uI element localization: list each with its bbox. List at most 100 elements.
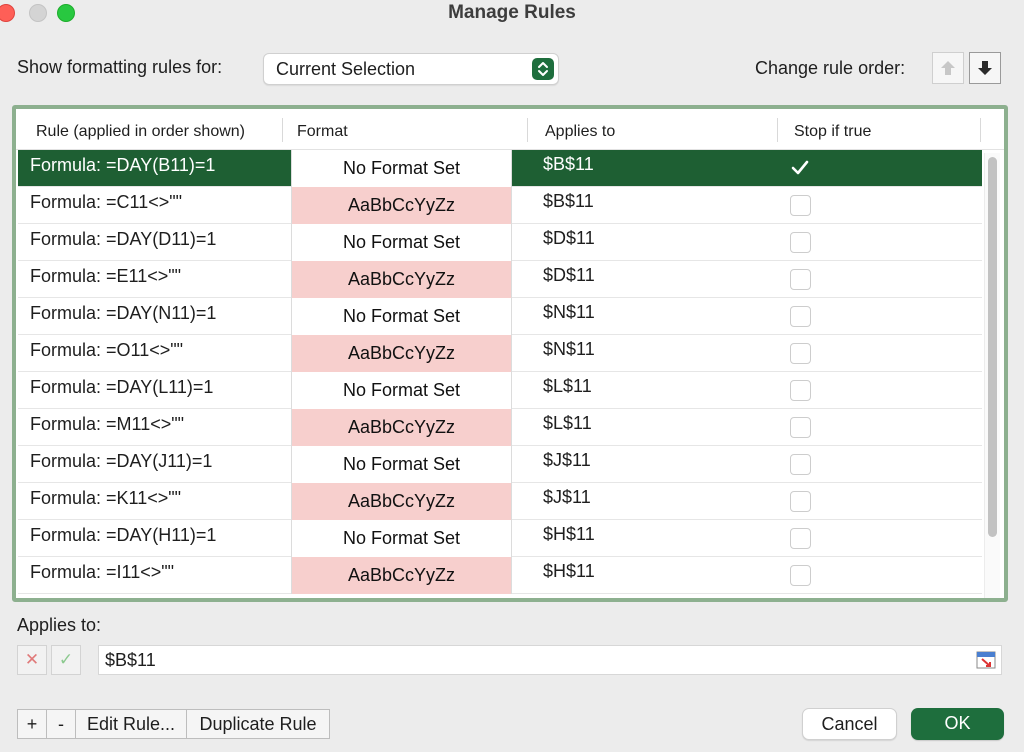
title-bar: Manage Rules: [0, 0, 1024, 26]
format-preview-cell: No Format Set: [291, 520, 512, 557]
stop-if-true-checkbox[interactable]: [790, 306, 811, 327]
table-row[interactable]: Formula: =DAY(L11)=1 No Format Set $L$11: [18, 372, 982, 409]
format-preview-cell: No Format Set: [291, 224, 512, 261]
rule-cell: Formula: =DAY(J11)=1: [30, 451, 213, 471]
duplicate-rule-button[interactable]: Duplicate Rule: [186, 709, 330, 739]
stop-if-true-checkbox[interactable]: [790, 380, 811, 401]
ok-button[interactable]: OK: [911, 708, 1004, 740]
edit-rule-button[interactable]: Edit Rule...: [75, 709, 187, 739]
table-row[interactable]: Formula: =M11<>"" AaBbCcYyZz $L$11: [18, 409, 982, 446]
column-divider: [282, 118, 283, 142]
rules-scope-value: Current Selection: [276, 59, 416, 79]
stop-if-true-checkbox[interactable]: [790, 232, 811, 253]
add-rule-button[interactable]: +: [17, 709, 47, 739]
applies-to-cell: $B$11: [543, 191, 594, 211]
table-row[interactable]: Formula: =C11<>"" AaBbCcYyZz $B$11: [18, 187, 982, 224]
column-divider: [777, 118, 778, 142]
format-preview-cell: No Format Set: [291, 298, 512, 335]
applies-to-cell: $L$11: [543, 376, 592, 396]
rule-cell: Formula: =DAY(D11)=1: [30, 229, 217, 249]
applies-to-cell: $J$11: [543, 450, 591, 470]
applies-to-cell: $J$11: [543, 487, 591, 507]
stop-if-true-checkbox[interactable]: [790, 565, 811, 586]
table-row[interactable]: Formula: =I11<>"" AaBbCcYyZz $H$11: [18, 557, 982, 594]
format-preview-cell: AaBbCcYyZz: [291, 187, 512, 224]
rules-table: Rule (applied in order shown) Format App…: [12, 105, 1008, 602]
table-row[interactable]: Formula: =DAY(D11)=1 No Format Set $D$11: [18, 224, 982, 261]
applies-to-field[interactable]: $B$11: [98, 645, 1002, 675]
column-header-applies-to[interactable]: Applies to: [545, 123, 615, 141]
applies-to-cell: $L$11: [543, 413, 592, 433]
format-preview-cell: AaBbCcYyZz: [291, 261, 512, 298]
applies-to-label: Applies to:: [17, 615, 102, 635]
duplicate-label: Duplicate Rule: [199, 714, 317, 734]
stop-if-true-checkbox[interactable]: [790, 158, 811, 179]
rule-cell: Formula: =DAY(N11)=1: [30, 303, 217, 323]
stop-if-true-checkbox[interactable]: [790, 454, 811, 475]
accept-edit-button[interactable]: ✓: [51, 645, 81, 675]
cancel-edit-button[interactable]: ✕: [17, 645, 47, 675]
rule-cell: Formula: =I11<>"": [30, 562, 175, 582]
applies-to-cell: $N$11: [543, 339, 595, 359]
move-rule-down-button[interactable]: [969, 52, 1001, 84]
rule-cell: Formula: =M11<>"": [30, 414, 185, 434]
stop-if-true-checkbox[interactable]: [790, 491, 811, 512]
column-header-rule[interactable]: Rule (applied in order shown): [36, 123, 245, 141]
cross-icon: ✕: [24, 650, 40, 669]
scrollbar-thumb[interactable]: [988, 157, 997, 537]
change-rule-order-label: Change rule order:: [755, 58, 906, 78]
applies-to-cell: $H$11: [543, 524, 595, 544]
stop-if-true-checkbox[interactable]: [790, 343, 811, 364]
column-divider: [527, 118, 528, 142]
rule-cell: Formula: =DAY(H11)=1: [30, 525, 217, 545]
applies-to-cell: $H$11: [543, 561, 595, 581]
table-row[interactable]: Formula: =DAY(J11)=1 No Format Set $J$11: [18, 446, 982, 483]
add-label: +: [26, 714, 38, 734]
format-preview-cell: AaBbCcYyZz: [291, 557, 512, 594]
ok-label: OK: [944, 713, 971, 733]
cancel-button[interactable]: Cancel: [802, 708, 897, 740]
checkmark-icon: [791, 160, 809, 175]
rule-cell: Formula: =DAY(L11)=1: [30, 377, 214, 397]
applies-to-cell: $N$11: [543, 302, 595, 322]
column-divider: [980, 118, 981, 142]
rules-list: Formula: =DAY(B11)=1 No Format Set $B$11 Fo…: [18, 150, 982, 598]
table-row[interactable]: Formula: =O11<>"" AaBbCcYyZz $N$11: [18, 335, 982, 372]
collapse-dialog-icon[interactable]: [976, 651, 996, 669]
move-rule-up-button[interactable]: [932, 52, 964, 84]
cancel-label: Cancel: [821, 714, 878, 734]
column-header-stop-if-true[interactable]: Stop if true: [794, 123, 871, 141]
table-row[interactable]: Formula: =DAY(N11)=1 No Format Set $N$11: [18, 298, 982, 335]
show-rules-label: Show formatting rules for:: [17, 57, 223, 77]
arrow-down-icon: [978, 61, 992, 75]
checkmark-icon: ✓: [58, 650, 74, 669]
delete-rule-button[interactable]: -: [46, 709, 76, 739]
rule-cell: Formula: =O11<>"": [30, 340, 184, 360]
rules-scope-select[interactable]: Current Selection: [263, 53, 559, 85]
format-preview-cell: AaBbCcYyZz: [291, 483, 512, 520]
format-preview-cell: AaBbCcYyZz: [291, 409, 512, 446]
rule-cell: Formula: =C11<>"": [30, 192, 183, 212]
rule-cell: Formula: =E11<>"": [30, 266, 182, 286]
stop-if-true-checkbox[interactable]: [790, 417, 811, 438]
format-preview-cell: No Format Set: [291, 446, 512, 483]
applies-to-value: $B$11: [105, 650, 156, 670]
stop-if-true-checkbox[interactable]: [790, 269, 811, 290]
table-row[interactable]: Formula: =E11<>"" AaBbCcYyZz $D$11: [18, 261, 982, 298]
edit-label: Edit Rule...: [86, 714, 176, 734]
table-row[interactable]: Formula: =DAY(H11)=1 No Format Set $H$11: [18, 520, 982, 557]
applies-to-cell: $D$11: [543, 228, 595, 248]
table-row[interactable]: Formula: =DAY(B11)=1 No Format Set $B$11: [18, 150, 982, 187]
rule-cell: Formula: =DAY(B11)=1: [30, 155, 216, 175]
format-preview-cell: AaBbCcYyZz: [291, 335, 512, 372]
stop-if-true-checkbox[interactable]: [790, 195, 811, 216]
applies-to-cell: $B$11: [543, 154, 594, 174]
vertical-scrollbar[interactable]: [984, 153, 1000, 598]
stop-if-true-checkbox[interactable]: [790, 528, 811, 549]
table-row[interactable]: Formula: =K11<>"" AaBbCcYyZz $J$11: [18, 483, 982, 520]
arrow-up-icon: [941, 61, 955, 75]
window-title: Manage Rules: [448, 2, 576, 23]
column-header-format[interactable]: Format: [297, 123, 348, 141]
table-header: Rule (applied in order shown) Format App…: [16, 109, 1004, 150]
format-preview-cell: No Format Set: [291, 150, 512, 187]
